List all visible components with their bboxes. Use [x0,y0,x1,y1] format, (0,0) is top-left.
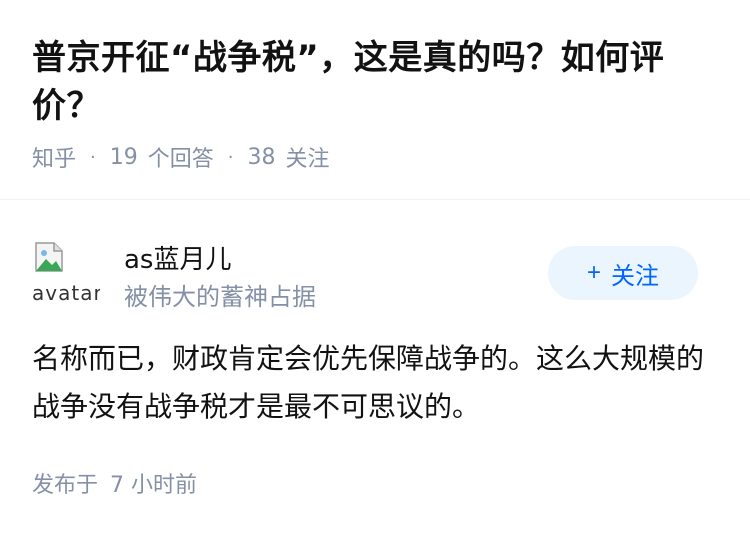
answer-timestamp: 发布于 7 小时前 [32,467,718,499]
author-bio: 被伟大的蓄神占据 [124,283,316,311]
follow-count-label: 关注 [285,147,330,172]
avatar-alt-text: avatar [32,281,100,305]
answer-content[interactable]: 名称而已，财政肯定会优先保障战争的。这么大规模的战争没有战争税才是最不可思议的。 [32,335,718,431]
published-prefix: 发布于 [32,473,99,498]
answer-count-label: 个回答 [147,147,214,172]
author-row: avatar as蓝月儿 被伟大的蓄神占据 + 关注 [32,235,718,335]
source-label[interactable]: 知乎 [32,141,76,173]
answer-item: avatar as蓝月儿 被伟大的蓄神占据 + 关注 名称而已，财政肯定会优先保… [0,235,750,499]
published-time: 7 小时前 [110,473,198,498]
follow-count: 38 [247,144,276,170]
separator-dot: · [227,146,234,168]
broken-image-icon [35,242,63,272]
avatar[interactable]: avatar [32,241,100,309]
author-name[interactable]: as蓝月儿 [124,239,231,276]
plus-icon: + [586,259,601,286]
zhihu-answer-card: 普京开征“战争税”，这是真的吗？如何评价？ 知乎 · 19 个回答 · 38 关… [0,0,750,538]
follow-button-label: 关注 [611,262,659,290]
question-title[interactable]: 普京开征“战争税”，这是真的吗？如何评价？ [32,34,718,130]
follow-button[interactable]: + 关注 [548,246,698,300]
question-header: 普京开征“战争税”，这是真的吗？如何评价？ 知乎 · 19 个回答 · 38 关… [0,0,750,200]
answer-count: 19 [109,144,138,170]
separator-dot: · [90,146,96,168]
question-meta: 知乎 · 19 个回答 · 38 关注 [32,141,718,173]
